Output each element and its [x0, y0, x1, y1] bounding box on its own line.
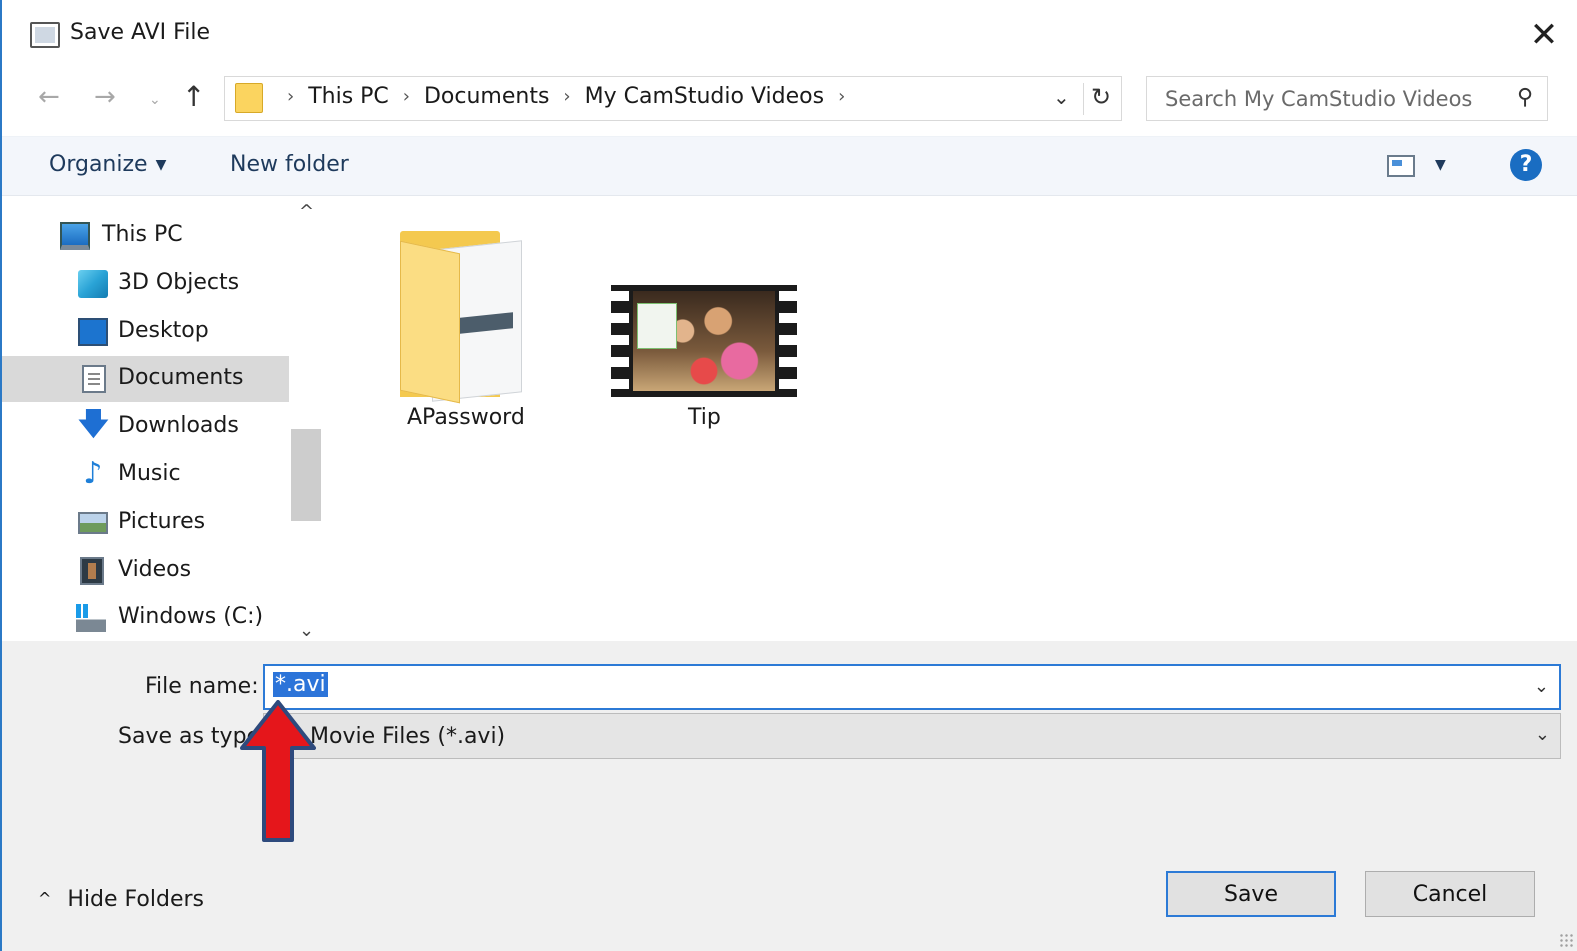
file-name-field-label: File name: — [145, 674, 259, 699]
view-options-caret-icon[interactable]: ▼ — [1435, 157, 1446, 173]
red-annotation-arrow-icon — [240, 700, 316, 842]
new-folder-button[interactable]: New folder — [230, 152, 349, 177]
sidebar-item-videos[interactable]: Videos — [2, 548, 289, 594]
scroll-thumb[interactable] — [291, 429, 321, 521]
back-arrow-icon[interactable]: ← — [38, 82, 60, 112]
sidebar-item-label: Windows (C:) — [118, 604, 264, 629]
sidebar-item-label: Documents — [118, 365, 244, 390]
scroll-up-icon[interactable]: ^ — [299, 201, 314, 222]
breadcrumb-documents[interactable]: Documents — [424, 84, 549, 109]
recent-locations-chevron-icon[interactable]: ⌄ — [149, 92, 161, 108]
file-name-input[interactable]: *.avi — [273, 672, 328, 702]
file-name-label: APassword — [407, 405, 525, 430]
save-avi-dialog: Save AVI File ✕ ← → ⌄ ↑ › This PC › Docu… — [0, 0, 1577, 951]
downloads-icon: 🡇 — [78, 407, 109, 442]
drive-icon — [76, 604, 106, 632]
sidebar-item-label: Videos — [118, 557, 192, 582]
cancel-button[interactable]: Cancel — [1365, 871, 1535, 917]
save-button[interactable]: Save — [1166, 871, 1336, 917]
sidebar-item-pictures[interactable]: Pictures — [2, 500, 289, 546]
video-thumbnail-icon — [611, 285, 797, 397]
help-icon[interactable]: ? — [1510, 149, 1542, 181]
organize-button[interactable]: Organize ▼ — [49, 152, 166, 177]
save-as-type-value: Movie Files (*.avi) — [310, 724, 506, 749]
search-box: ⚲ — [1146, 76, 1548, 121]
sidebar-item-label: Downloads — [118, 413, 239, 438]
nav-scrollbar[interactable]: ^ ⌄ — [291, 197, 321, 641]
address-dropdown-chevron-icon[interactable]: ⌄ — [1053, 85, 1070, 109]
file-name-field[interactable]: *.avi ⌄ — [263, 664, 1561, 710]
title-bar: Save AVI File ✕ — [2, 0, 1577, 70]
sidebar-item-label: Desktop — [118, 318, 209, 343]
breadcrumb-this-pc[interactable]: This PC — [308, 84, 389, 109]
videos-icon — [80, 557, 104, 585]
sidebar-item-music[interactable]: ♪ Music — [2, 452, 289, 498]
folder-icon — [400, 231, 532, 404]
save-form: File name: *.avi ⌄ Save as type: Movie F… — [2, 641, 1577, 951]
scroll-down-icon[interactable]: ⌄ — [299, 620, 314, 641]
sidebar-item-this-pc[interactable]: This PC — [2, 213, 289, 259]
save-as-type-select[interactable]: Movie Files (*.avi) ⌄ — [263, 713, 1561, 759]
this-pc-icon — [60, 222, 90, 250]
sidebar-item-3d-objects[interactable]: 3D Objects — [2, 261, 289, 307]
chevron-up-icon: ^ — [38, 889, 52, 908]
app-icon — [30, 22, 60, 48]
breadcrumb-my-camstudio-videos[interactable]: My CamStudio Videos — [585, 84, 824, 109]
pictures-icon — [78, 512, 108, 534]
sidebar-item-documents[interactable]: Documents — [2, 356, 289, 402]
file-name-label: Tip — [688, 405, 721, 430]
breadcrumb-separator[interactable]: › — [563, 86, 570, 107]
documents-icon — [82, 365, 106, 393]
navigation-pane: This PC 3D Objects Desktop Documents 🡇 D… — [2, 197, 322, 641]
up-arrow-icon[interactable]: ↑ — [182, 80, 205, 113]
search-icon[interactable]: ⚲ — [1517, 85, 1533, 110]
sidebar-item-label: This PC — [102, 222, 183, 247]
folder-icon — [235, 83, 263, 113]
address-bar[interactable]: › This PC › Documents › My CamStudio Vid… — [224, 76, 1122, 121]
sidebar-item-downloads[interactable]: 🡇 Downloads — [2, 404, 289, 450]
sidebar-item-desktop[interactable]: Desktop — [2, 309, 289, 355]
red-annotation-arrow-shape — [240, 700, 316, 842]
breadcrumb-separator[interactable]: › — [838, 86, 845, 107]
music-icon: ♪ — [83, 456, 103, 491]
desktop-icon — [78, 318, 108, 346]
hide-folders-button[interactable]: ^ Hide Folders — [38, 887, 204, 912]
sidebar-item-label: Music — [118, 461, 181, 486]
breadcrumb: › This PC › Documents › My CamStudio Vid… — [273, 84, 859, 109]
forward-arrow-icon[interactable]: → — [94, 82, 116, 112]
file-list: APassword Tip — [330, 197, 1577, 641]
change-view-icon[interactable] — [1387, 155, 1415, 177]
chevron-down-icon[interactable]: ⌄ — [1535, 724, 1550, 745]
file-name-value: *.avi — [273, 672, 328, 697]
sidebar-item-label: Pictures — [118, 509, 206, 534]
chevron-down-icon[interactable]: ⌄ — [1534, 676, 1549, 697]
command-toolbar: Organize ▼ New folder ▼ ? — [2, 136, 1577, 196]
sidebar-item-windows-c[interactable]: Windows (C:) — [2, 595, 289, 641]
organize-label: Organize — [49, 152, 148, 177]
divider — [1083, 83, 1084, 115]
search-input[interactable] — [1147, 77, 1547, 120]
close-icon[interactable]: ✕ — [1521, 12, 1567, 58]
refresh-icon[interactable]: ↻ — [1091, 83, 1111, 111]
resize-grip-icon[interactable] — [1559, 933, 1573, 947]
breadcrumb-separator[interactable]: › — [287, 86, 294, 107]
hide-folders-label: Hide Folders — [67, 887, 205, 912]
caret-down-icon: ▼ — [155, 157, 167, 173]
breadcrumb-separator[interactable]: › — [403, 86, 410, 107]
window-title: Save AVI File — [70, 20, 210, 45]
3d-objects-icon — [78, 270, 108, 298]
sidebar-item-label: 3D Objects — [118, 270, 240, 295]
